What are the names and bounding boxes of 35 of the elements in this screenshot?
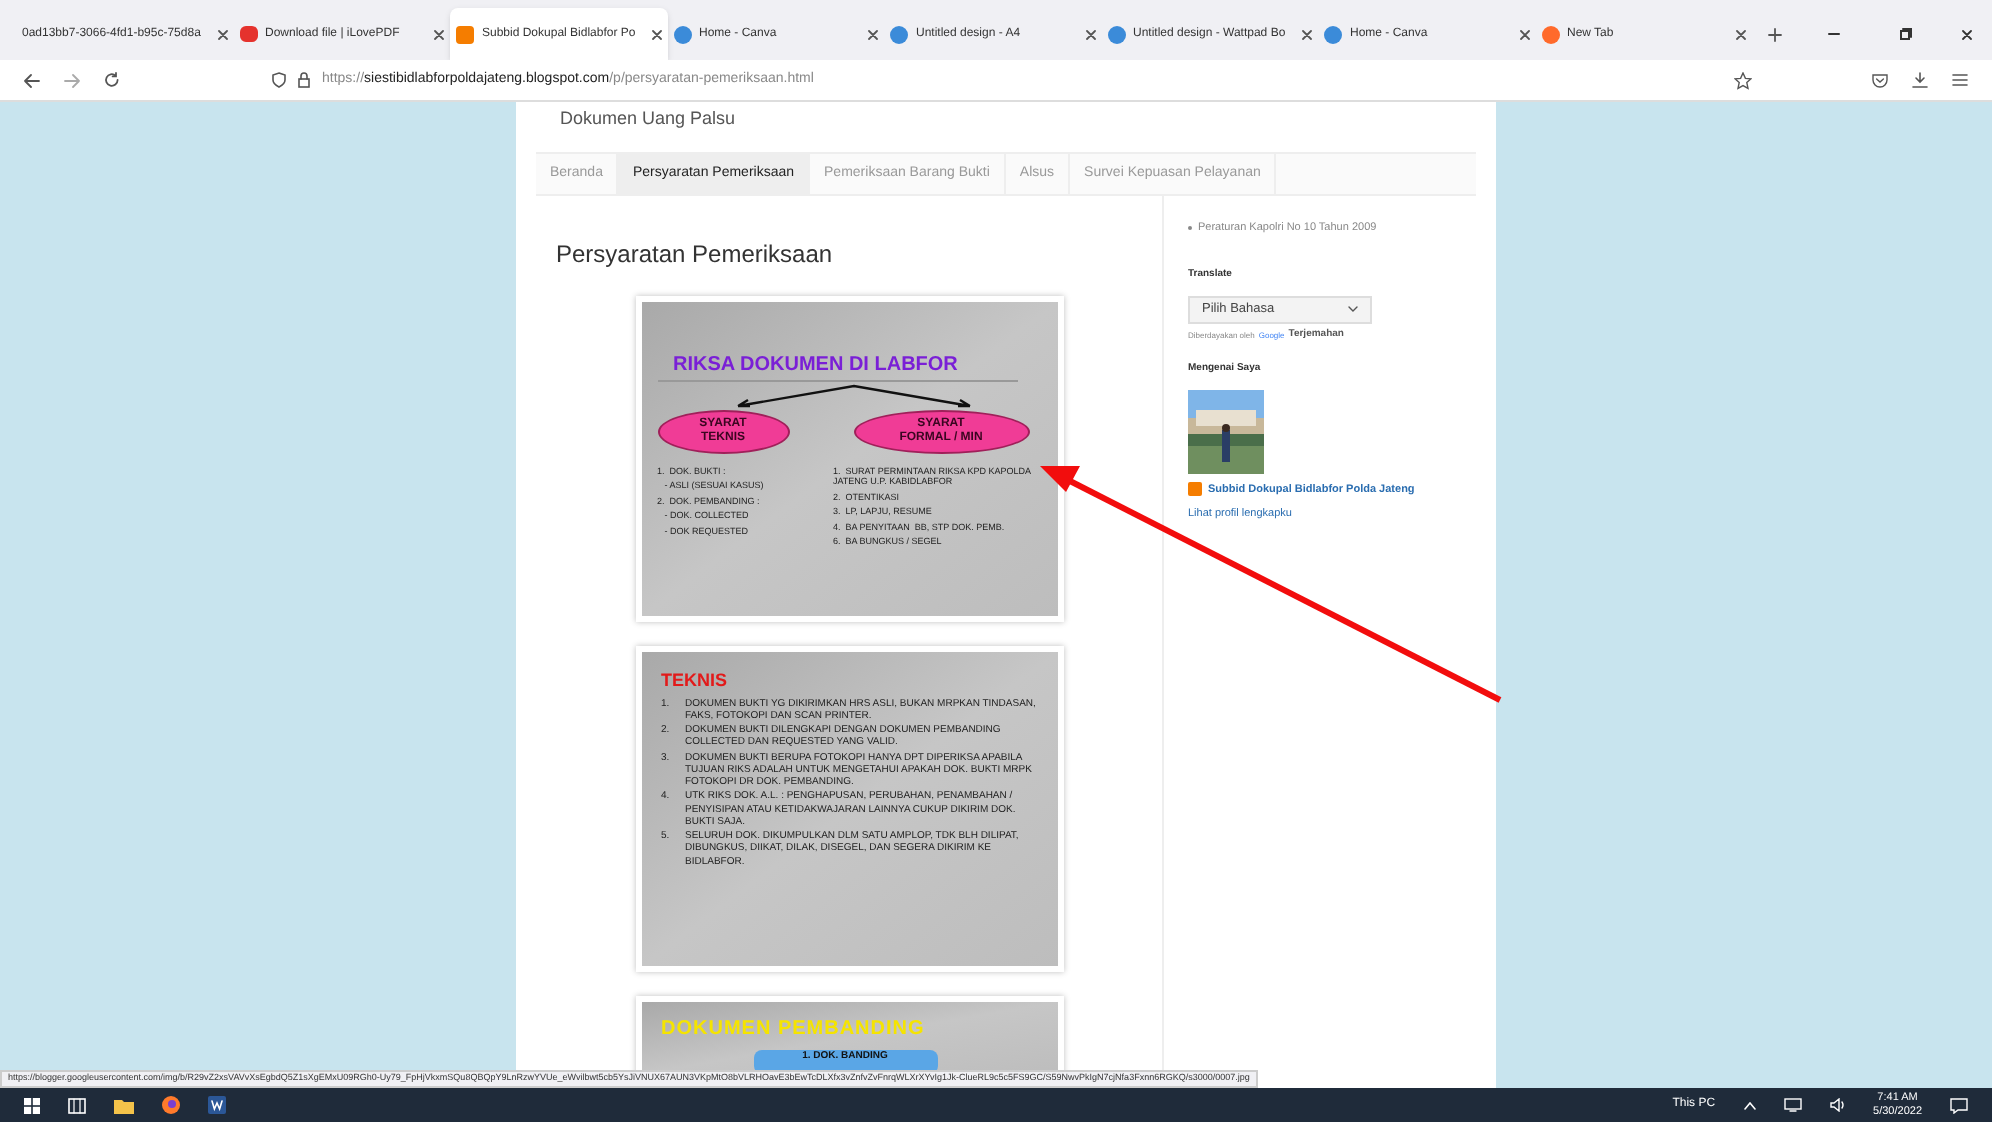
slide-title: DOKUMEN PEMBANDING: [661, 1016, 927, 1044]
blog-description: Dokumen Uang Palsu: [558, 106, 738, 132]
shield-icon: [272, 72, 286, 88]
blogger-icon: [1188, 482, 1202, 497]
windows-icon[interactable]: [24, 1097, 40, 1113]
task-view-icon[interactable]: [68, 1097, 86, 1113]
slide-title: RIKSA DOKUMEN DI LABFOR: [657, 350, 1017, 382]
close-icon[interactable]: [1085, 29, 1095, 39]
back-icon[interactable]: [24, 73, 40, 87]
pocket-icon[interactable]: [1872, 73, 1888, 87]
reload-icon[interactable]: [104, 72, 120, 88]
folder-icon[interactable]: [114, 1097, 134, 1113]
download-icon[interactable]: [1912, 72, 1928, 88]
close-icon[interactable]: [868, 29, 878, 39]
notification-icon[interactable]: [1950, 1097, 1968, 1113]
close-icon[interactable]: [1736, 29, 1746, 39]
blogger-icon: [456, 25, 474, 43]
star-icon[interactable]: [1734, 71, 1752, 89]
lock-icon: [298, 72, 310, 88]
close-icon[interactable]: [217, 29, 227, 39]
restore-icon[interactable]: [1900, 28, 1912, 40]
slide-title: TEKNIS: [661, 668, 730, 694]
new-tab-icon[interactable]: [1768, 27, 1782, 41]
menu-icon[interactable]: [1952, 74, 1968, 86]
close-icon[interactable]: [1302, 29, 1312, 39]
page-heading: Persyaratan Pemeriksaan: [556, 238, 835, 272]
chevron-icon: [1348, 306, 1358, 313]
minimize-icon[interactable]: [1828, 32, 1840, 36]
close-icon[interactable]: [1962, 29, 1972, 39]
close-icon[interactable]: [1519, 29, 1529, 39]
close-icon[interactable]: [434, 29, 444, 39]
word-icon[interactable]: [208, 1096, 226, 1114]
volume-icon[interactable]: [1829, 1098, 1846, 1112]
chevron-up-icon[interactable]: [1743, 1101, 1756, 1109]
close-icon[interactable]: [651, 29, 661, 39]
